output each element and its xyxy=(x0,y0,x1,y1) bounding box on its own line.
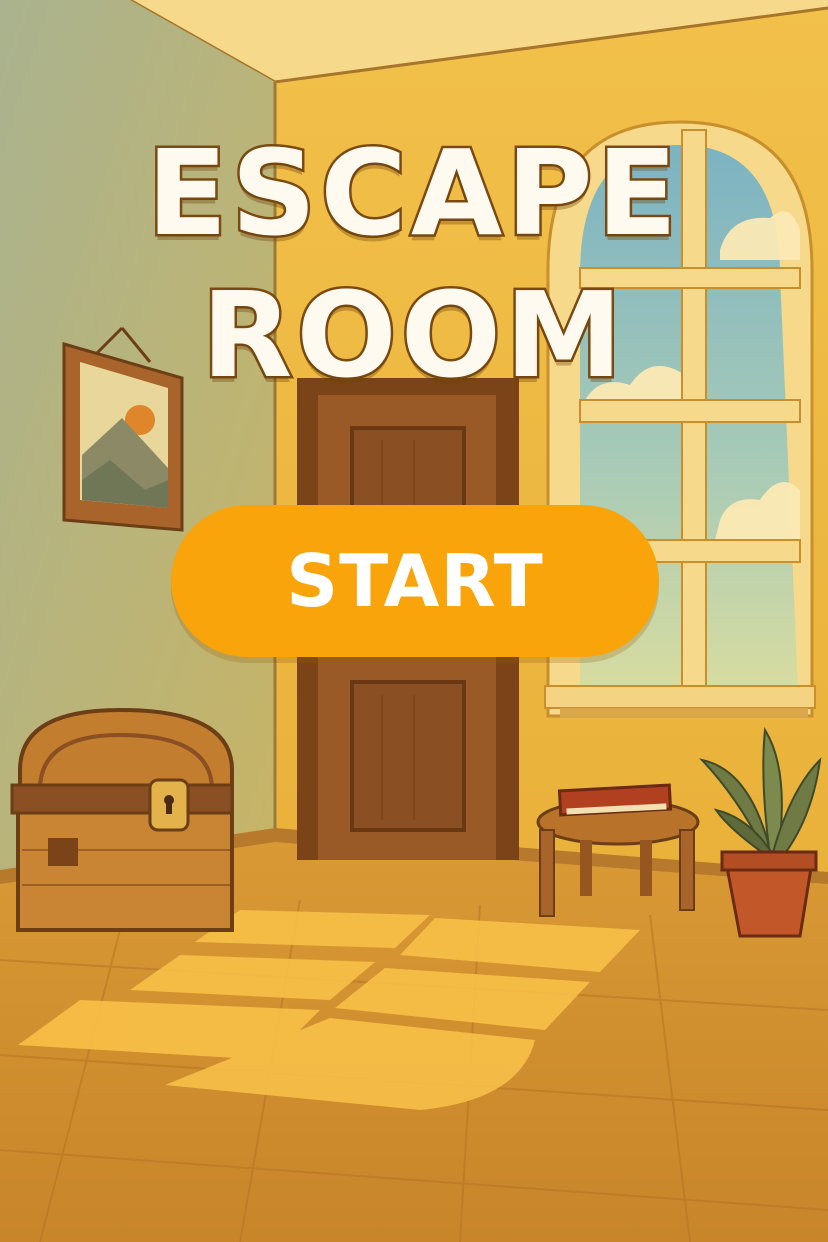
title-line-1: ESCAPE xyxy=(144,124,682,262)
game-start-screen: ESCAPE ROOM START xyxy=(0,0,828,1242)
start-button-label: START xyxy=(286,539,544,623)
title-line-2: ROOM xyxy=(199,266,627,404)
treasure-chest xyxy=(10,707,234,932)
start-button[interactable]: START xyxy=(171,505,659,657)
book xyxy=(557,783,673,817)
